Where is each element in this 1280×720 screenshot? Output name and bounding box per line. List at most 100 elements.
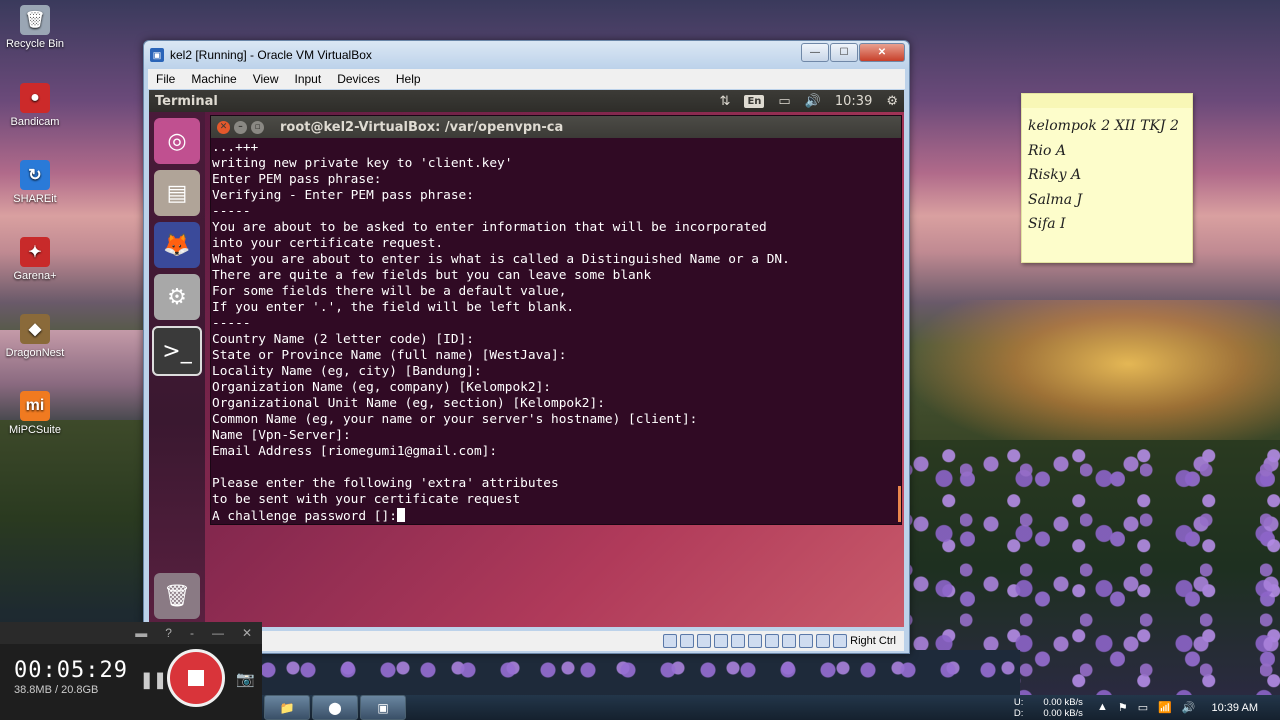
net-up-rate: 0.00 kB/s — [1043, 696, 1083, 708]
audio-status-icon[interactable] — [697, 634, 712, 648]
folder-icon[interactable]: ▬ — [135, 626, 147, 640]
terminal-title-bar[interactable]: ✕ – ▫ root@kel2-VirtualBox: /var/openvpn… — [211, 116, 901, 138]
panel-app-title: Terminal — [155, 93, 218, 109]
terminal-window[interactable]: ✕ – ▫ root@kel2-VirtualBox: /var/openvpn… — [210, 115, 902, 525]
terminal-line: State or Province Name (full name) [West… — [212, 348, 567, 363]
trash-icon[interactable]: 🗑 — [154, 573, 200, 619]
sticky-note-line: kelompok 2 XII TKJ 2 — [1028, 118, 1179, 134]
gear-icon[interactable]: ⚙ — [886, 94, 898, 109]
taskbar-bandicam-button[interactable]: ⬤ — [312, 695, 358, 720]
network-icon[interactable]: ⇅ — [720, 94, 731, 109]
optical-drive-icon[interactable] — [680, 634, 695, 648]
host-key-label[interactable]: Right Ctrl — [850, 635, 896, 647]
desktop-icon-shareit[interactable]: ↻ SHAREit — [0, 160, 70, 205]
mipcsuite-icon: mi — [20, 391, 50, 421]
panel-clock[interactable]: 10:39 — [835, 94, 872, 109]
text-cursor — [396, 508, 405, 522]
terminal-line: Verifying - Enter PEM pass phrase: — [212, 188, 474, 203]
ubuntu-guest-screen[interactable]: Terminal ⇅ En ▭ 🔊 10:39 ⚙ ◎ ▤ 🦊 ⚙ >_ 🗑 ✕ — [149, 90, 904, 627]
firefox-icon[interactable]: 🦊 — [154, 222, 200, 268]
sticky-note[interactable]: kelompok 2 XII TKJ 2 Rio A Risky A Salma J S… — [1021, 93, 1193, 263]
dash-home-icon[interactable]: ◎ — [154, 118, 200, 164]
tray-action-center-icon[interactable]: ⚑ — [1118, 701, 1128, 714]
vbox-title-text: kel2 [Running] - Oracle VM VirtualBox — [170, 48, 372, 62]
desktop-icon-label: SHAREit — [13, 193, 57, 205]
screenshot-camera-icon[interactable]: 📷 — [236, 670, 255, 688]
battery-icon[interactable]: ▭ — [778, 94, 790, 109]
vbox-menubar: File Machine View Input Devices Help — [148, 69, 905, 89]
minimize-icon[interactable]: — — [212, 626, 224, 640]
shared-folders-icon[interactable] — [748, 634, 763, 648]
terminal-icon[interactable]: >_ — [152, 326, 202, 376]
usb-status-icon[interactable] — [731, 634, 746, 648]
collapse-icon[interactable]: - — [190, 626, 194, 640]
bandicam-recorder[interactable]: ▬ ? - — ✕ 00:05:29 38.8MB / 20.8GB ❚❚ 📷 — [0, 622, 262, 720]
tray-expand-icon[interactable]: ▲ — [1097, 701, 1108, 714]
panel-indicators: ⇅ En ▭ 🔊 10:39 ⚙ — [720, 90, 898, 112]
bandicam-icon: ● — [20, 83, 50, 113]
terminal-minimize-icon[interactable]: – — [234, 120, 247, 134]
terminal-window-controls: ✕ – ▫ — [217, 120, 264, 134]
menu-input[interactable]: Input — [287, 72, 330, 86]
desktop-icon-bandicam[interactable]: ● Bandicam — [0, 83, 70, 128]
display-status-icon[interactable] — [765, 634, 780, 648]
net-up-label: U: — [1013, 696, 1024, 708]
terminal-line: writing new private key to 'client.key' — [212, 156, 513, 171]
desktop-icon-recycle-bin[interactable]: 🗑 Recycle Bin — [0, 5, 70, 50]
desktop-icon-dragonnest[interactable]: ◆ DragonNest — [0, 314, 70, 359]
menu-file[interactable]: File — [148, 72, 183, 86]
taskbar-explorer-button[interactable]: 📁 — [264, 695, 310, 720]
keyboard-layout-indicator[interactable]: En — [744, 94, 765, 108]
menu-machine[interactable]: Machine — [183, 72, 244, 86]
hdd-status-icon[interactable] — [663, 634, 678, 648]
menu-view[interactable]: View — [245, 72, 287, 86]
desktop-icon-label: Garena+ — [13, 270, 57, 282]
vbox-title-bar[interactable]: ▣ kel2 [Running] - Oracle VM VirtualBox … — [144, 41, 909, 69]
mouse-integration-icon[interactable] — [816, 634, 831, 648]
network-status-icon[interactable] — [714, 634, 729, 648]
tray-volume-icon[interactable]: 🔊 — [1182, 701, 1196, 714]
virtualbox-icon: ▣ — [150, 48, 164, 62]
desktop-icon-mipcsuite[interactable]: mi MiPCSuite — [0, 391, 70, 436]
window-controls: — ☐ ✕ — [800, 43, 905, 62]
terminal-scrollbar[interactable] — [898, 486, 901, 522]
unity-launcher: ◎ ▤ 🦊 ⚙ >_ 🗑 — [149, 112, 205, 627]
terminal-line: Enter PEM pass phrase: — [212, 172, 382, 187]
terminal-line: Name [Vpn-Server]: — [212, 428, 351, 443]
video-capture-icon[interactable] — [782, 634, 797, 648]
terminal-line: Email Address [riomegumi1@gmail.com]: — [212, 444, 498, 459]
maximize-button[interactable]: ☐ — [830, 43, 858, 62]
network-meter: U: 0.00 kB/s D: 0.00 kB/s — [1014, 697, 1083, 719]
pause-button[interactable]: ❚❚ — [140, 670, 167, 690]
menu-help[interactable]: Help — [388, 72, 429, 86]
terminal-output[interactable]: ...+++ writing new private key to 'clien… — [211, 138, 901, 525]
system-settings-icon[interactable]: ⚙ — [154, 274, 200, 320]
volume-icon[interactable]: 🔊 — [805, 94, 821, 109]
virtualization-icon[interactable] — [799, 634, 814, 648]
virtualbox-window[interactable]: ▣ kel2 [Running] - Oracle VM VirtualBox … — [143, 40, 910, 654]
sticky-note-line: Sifa I — [1028, 216, 1066, 232]
recording-size: 38.8MB / 20.8GB — [14, 684, 99, 696]
menu-devices[interactable]: Devices — [329, 72, 388, 86]
recycle-bin-icon: 🗑 — [20, 5, 50, 35]
stop-record-button[interactable] — [167, 649, 225, 707]
sticky-note-header[interactable] — [1022, 94, 1192, 108]
help-icon[interactable]: ? — [165, 626, 172, 640]
minimize-button[interactable]: — — [801, 43, 829, 62]
tray-wifi-icon[interactable]: 📶 — [1158, 701, 1172, 714]
terminal-close-icon[interactable]: ✕ — [217, 120, 230, 134]
sticky-note-text[interactable]: kelompok 2 XII TKJ 2 Rio A Risky A Salma J S… — [1022, 108, 1192, 237]
desktop-icon-garena-[interactable]: ✦ Garena+ — [0, 237, 70, 282]
close-button[interactable]: ✕ — [859, 43, 905, 62]
terminal-maximize-icon[interactable]: ▫ — [251, 120, 264, 134]
dragonnest-icon: ◆ — [20, 314, 50, 344]
sticky-note-line: Risky A — [1028, 167, 1082, 183]
taskbar-virtualbox-button[interactable]: ▣ — [360, 695, 406, 720]
taskbar-clock[interactable]: 10:39 AM — [1212, 702, 1258, 714]
tray-display-icon[interactable]: ▭ — [1138, 701, 1148, 714]
keyboard-capture-icon[interactable] — [833, 634, 848, 648]
desktop-icon-label: MiPCSuite — [9, 424, 61, 436]
flower-strip — [260, 650, 1020, 695]
close-icon[interactable]: ✕ — [242, 626, 252, 640]
files-icon[interactable]: ▤ — [154, 170, 200, 216]
